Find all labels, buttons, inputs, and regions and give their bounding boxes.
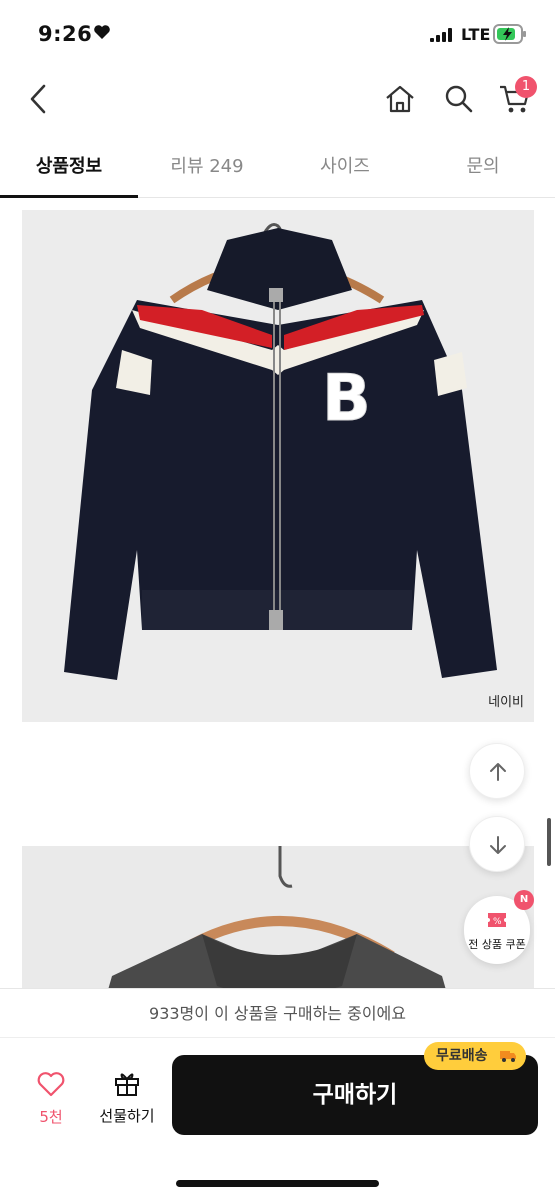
back-icon[interactable] xyxy=(24,82,54,116)
color-label: 네이비 xyxy=(488,695,524,710)
arrow-up-icon xyxy=(490,763,506,781)
gift-label: 선물하기 xyxy=(99,1107,155,1125)
like-count: 5천 xyxy=(39,1108,63,1126)
bottom-action-bar: 5천 선물하기 구매하기 무료배송 xyxy=(0,1038,555,1200)
scroll-up-button[interactable] xyxy=(469,743,525,799)
product-tabs: 상품정보 리뷰 249 사이즈 문의 xyxy=(0,140,555,198)
product-image-navy: B 네이비 xyxy=(22,210,534,722)
scroll-down-button[interactable] xyxy=(469,816,525,872)
heart-outline-icon xyxy=(37,1072,65,1097)
like-button[interactable]: 5천 xyxy=(30,1070,72,1127)
cart-count-badge: 1 xyxy=(515,76,537,98)
all-product-coupon-button[interactable]: % 전 상품 쿠폰 N xyxy=(464,890,534,964)
product-image-gray xyxy=(22,846,534,988)
buying-now-notice: 933명이 이 상품을 구매하는 중이에요 xyxy=(0,988,555,1038)
svg-text:B: B xyxy=(322,362,371,436)
product-detail-content[interactable]: B 네이비 % 전 상품 쿠폰 N xyxy=(0,198,555,988)
network-label: LTE xyxy=(461,25,491,44)
free-shipping-label: 무료배송 xyxy=(436,1048,488,1064)
status-time: 9:26 xyxy=(38,22,93,46)
tab-size[interactable]: 사이즈 xyxy=(276,152,414,178)
heart-status-icon xyxy=(94,25,110,39)
truck-icon xyxy=(500,1051,516,1062)
tab-product-info[interactable]: 상품정보 xyxy=(0,152,138,178)
signal-icon xyxy=(430,28,452,42)
gift-button[interactable]: 선물하기 xyxy=(92,1068,162,1126)
status-bar: 9:26 LTE xyxy=(0,0,555,70)
home-icon[interactable] xyxy=(383,82,417,116)
cardigan-gray-illustration xyxy=(108,846,446,988)
svg-text:%: % xyxy=(493,917,502,927)
gift-icon xyxy=(115,1073,139,1096)
coupon-label: 전 상품 쿠폰 xyxy=(468,938,526,951)
free-shipping-badge: 무료배송 xyxy=(424,1042,526,1070)
app-bar: 1 xyxy=(0,70,555,132)
tab-inquiry[interactable]: 문의 xyxy=(414,152,552,178)
home-indicator xyxy=(176,1180,379,1187)
tab-reviews[interactable]: 리뷰 249 xyxy=(138,152,276,178)
new-badge: N xyxy=(514,890,534,910)
cardigan-illustration: B xyxy=(64,223,497,680)
search-icon[interactable] xyxy=(442,82,476,116)
battery-charging-icon xyxy=(493,24,526,44)
page-scrollbar[interactable] xyxy=(547,818,551,866)
coupon-icon: % xyxy=(488,913,506,927)
arrow-down-icon xyxy=(490,836,506,854)
